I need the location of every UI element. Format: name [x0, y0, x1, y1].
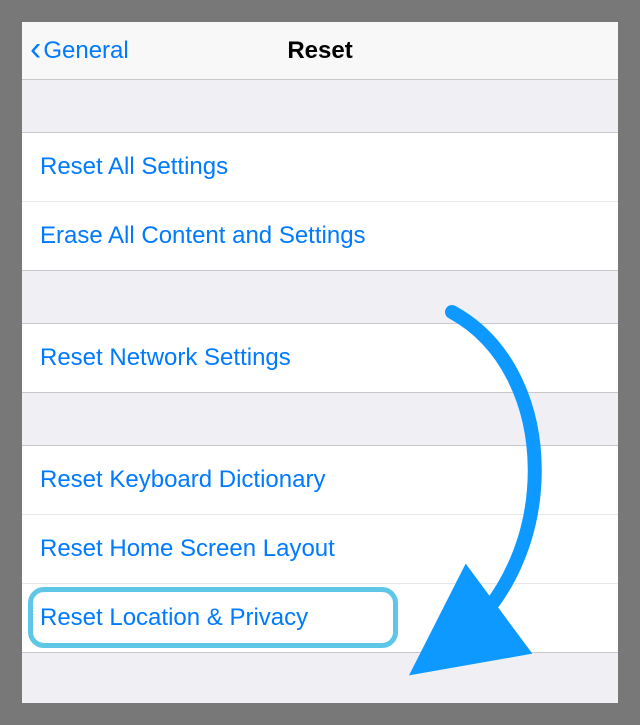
row-label: Reset All Settings	[40, 153, 228, 180]
group-2: Reset Network Settings	[22, 323, 618, 393]
row-reset-location-privacy[interactable]: Reset Location & Privacy	[22, 583, 618, 652]
chevron-left-icon: ‹	[30, 32, 41, 66]
row-reset-network-settings[interactable]: Reset Network Settings	[22, 324, 618, 392]
group-3: Reset Keyboard Dictionary Reset Home Scr…	[22, 445, 618, 653]
settings-screen: ‹ General Reset Reset All Settings Erase…	[22, 22, 618, 703]
row-label: Erase All Content and Settings	[40, 222, 366, 249]
section-spacer	[22, 271, 618, 323]
navbar: ‹ General Reset	[22, 22, 618, 80]
back-label: General	[43, 37, 128, 65]
section-spacer	[22, 80, 618, 132]
row-reset-keyboard-dictionary[interactable]: Reset Keyboard Dictionary	[22, 446, 618, 514]
row-erase-all-content[interactable]: Erase All Content and Settings	[22, 201, 618, 270]
row-reset-home-screen-layout[interactable]: Reset Home Screen Layout	[22, 514, 618, 583]
row-label: Reset Home Screen Layout	[40, 535, 335, 562]
section-spacer	[22, 393, 618, 445]
group-1: Reset All Settings Erase All Content and…	[22, 132, 618, 271]
row-label: Reset Network Settings	[40, 344, 291, 371]
back-button[interactable]: ‹ General	[30, 36, 129, 66]
row-label: Reset Location & Privacy	[40, 604, 308, 631]
row-reset-all-settings[interactable]: Reset All Settings	[22, 133, 618, 201]
row-label: Reset Keyboard Dictionary	[40, 466, 325, 493]
